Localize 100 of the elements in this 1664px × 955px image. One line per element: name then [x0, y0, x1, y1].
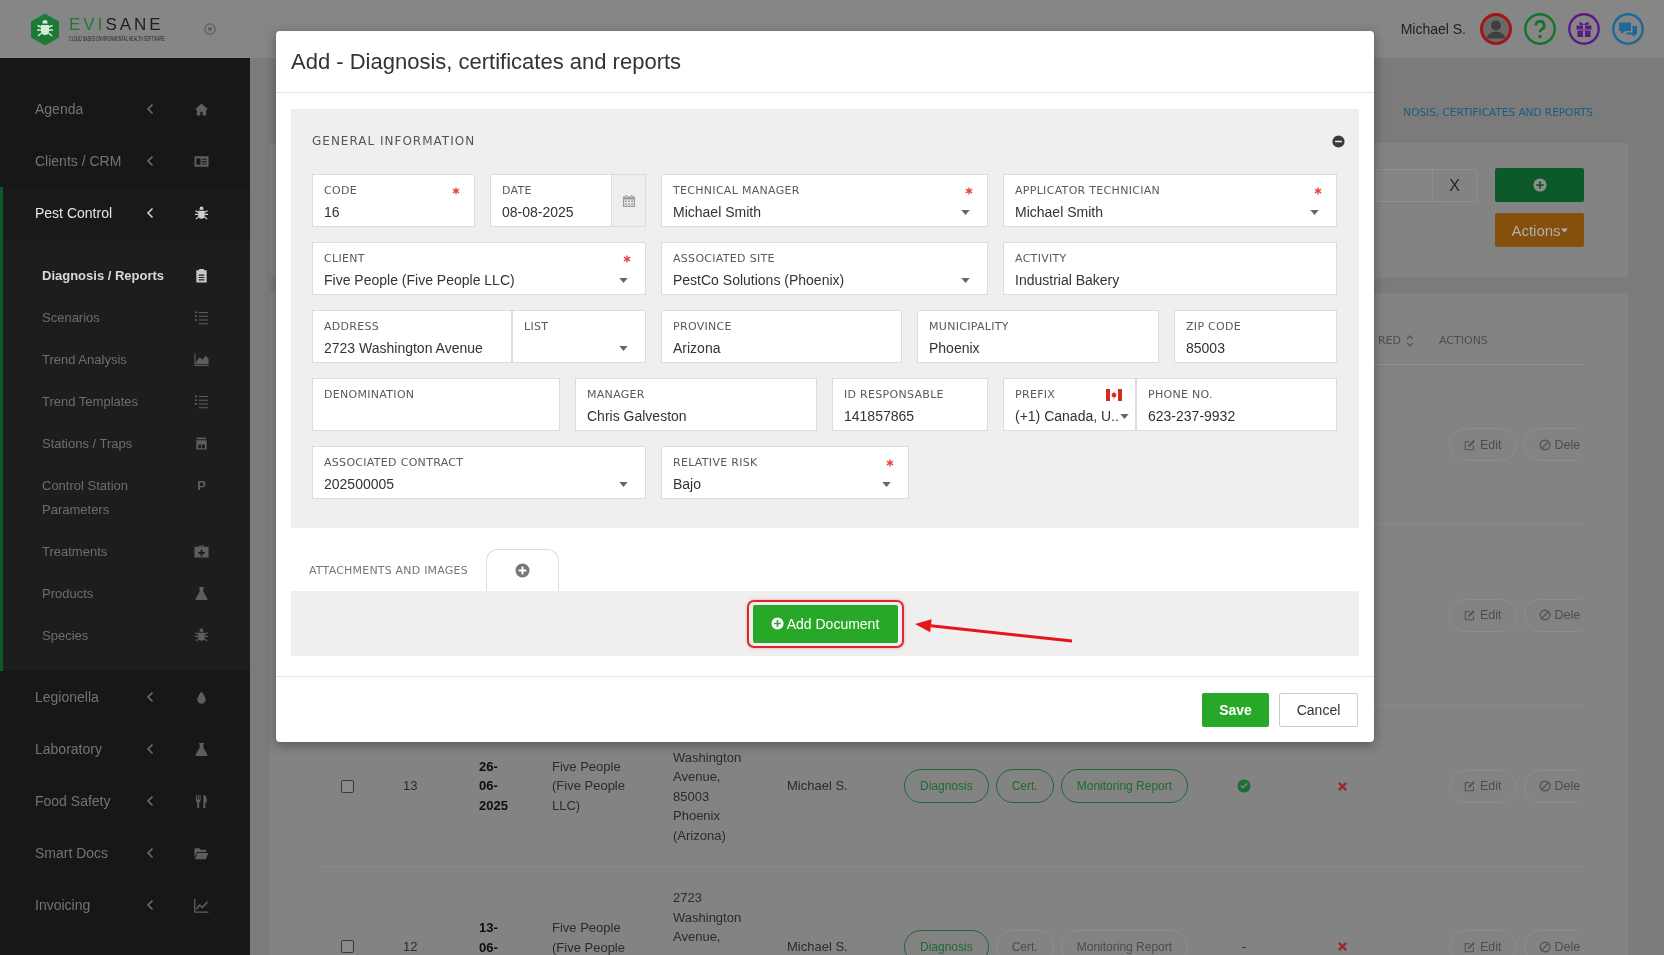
text-field[interactable]: ID RESPONSABLE 141857865 [832, 378, 988, 431]
chevron-icon [146, 155, 154, 167]
chevron-icon [146, 847, 154, 859]
sidebar-item[interactable]: Smart Docs [0, 827, 250, 879]
table-cell-text: Five People (Five People LLC) [552, 757, 626, 815]
table-cell: Michael S. [787, 778, 848, 794]
sidebar-item[interactable]: Laboratory [0, 723, 250, 775]
text-field[interactable]: ADDRESS 2723 Washington Avenue [312, 310, 512, 363]
select-field[interactable]: TECHNICAL MANAGER Michael Smith [661, 174, 988, 227]
select-field[interactable]: RELATIVE RISK Bajo [661, 446, 909, 499]
submenu-item[interactable]: Species [3, 615, 250, 657]
actions-button[interactable]: Actions [1495, 213, 1584, 247]
collapse-icon[interactable] [1332, 134, 1345, 148]
table-cell: 13 [403, 778, 418, 794]
brand-tagline: CLOUD BASED ENVIRONMENTAL HEALTH SOFTWARE [69, 34, 166, 43]
submenu-item[interactable]: Treatments [3, 531, 250, 573]
sidebar-item[interactable]: Legionella [0, 671, 250, 723]
sidebar-item[interactable]: Clients / CRM [0, 135, 250, 187]
area-chart-icon [194, 352, 209, 367]
field-label: ZIP CODE [1186, 319, 1242, 334]
add-document-button[interactable]: Add Document [752, 604, 898, 643]
chat-icon[interactable] [1612, 13, 1644, 45]
box-icon [194, 436, 209, 451]
flask-icon [194, 586, 209, 601]
avatar-icon[interactable] [1480, 13, 1512, 45]
field-label: MANAGER [587, 387, 645, 402]
bug-icon [194, 205, 209, 221]
calendar-button[interactable] [611, 175, 645, 226]
table-cell-text: Washington Avenue, 85003 Phoenix (Arizona) [673, 748, 743, 845]
letter-icon: P [194, 478, 209, 494]
sidebar-item[interactable]: Pest Control [3, 187, 250, 239]
calendar-icon [621, 193, 636, 208]
field-label: MUNICIPALITY [929, 319, 1009, 334]
select-field[interactable]: ASSOCIATED CONTRACT 202500005 [312, 446, 646, 499]
select-field[interactable]: LIST [512, 310, 646, 363]
field-label: ADDRESS [324, 319, 380, 334]
text-field[interactable]: DENOMINATION [312, 378, 560, 431]
submenu-item[interactable]: Scenarios [3, 297, 250, 339]
pencil-icon [1464, 780, 1476, 792]
date-field[interactable]: DATE 08-08-2025 [490, 174, 646, 227]
submenu-item[interactable]: Diagnosis / Reports [3, 255, 250, 297]
sort-icon[interactable] [1406, 333, 1414, 348]
submenu-item[interactable]: Control Station Parameters P [3, 465, 250, 531]
chevron-icon [146, 207, 154, 219]
text-field[interactable]: PROVINCE Arizona [661, 310, 902, 363]
modal-title: Add - Diagnosis, certificates and reports [291, 47, 682, 76]
select-field[interactable]: CLIENT Five People (Five People LLC) [312, 242, 646, 295]
row-checkbox[interactable] [340, 940, 354, 953]
field-label: RELATIVE RISK [673, 455, 758, 470]
circle-dot-icon[interactable] [204, 23, 216, 35]
sidebar-item[interactable]: Invoicing [0, 879, 250, 931]
sidebar-item[interactable]: Agenda [0, 83, 250, 135]
table-cell: Michael S. [787, 938, 848, 954]
submenu-item[interactable]: Trend Analysis [3, 339, 250, 381]
field-label: ID RESPONSABLE [844, 387, 944, 402]
save-button[interactable]: Save [1202, 693, 1269, 727]
text-field[interactable]: CODE 16 [312, 174, 475, 227]
tab[interactable] [485, 549, 559, 591]
row-checkbox[interactable] [340, 779, 354, 793]
add-button[interactable] [1495, 168, 1584, 202]
field-label: ASSOCIATED SITE [673, 251, 775, 266]
text-field[interactable]: ZIP CODE 85003 [1174, 310, 1337, 363]
user-name[interactable]: Michael S. [1400, 21, 1466, 37]
field-label: ASSOCIATED CONTRACT [324, 455, 464, 470]
text-field[interactable]: MANAGER Chris Galveston [575, 378, 817, 431]
select-field[interactable]: APPLICATOR TECHNICIAN Michael Smith [1003, 174, 1337, 227]
cross-icon [1336, 780, 1348, 792]
folder-icon [194, 845, 209, 861]
list-icon [194, 310, 209, 325]
cancel-button[interactable]: Cancel [1279, 693, 1358, 727]
field-label: PREFIX [1015, 387, 1056, 402]
select-field[interactable]: ASSOCIATED SITE PestCo Solutions (Phoenix) [661, 242, 988, 295]
chevron-icon [146, 795, 154, 807]
table-cell-text: 2723 Washington Avenue, [673, 889, 743, 947]
submenu-item[interactable]: Trend Templates [3, 381, 250, 423]
section-title: GENERAL INFORMATION [312, 134, 476, 148]
caret-icon [1120, 413, 1129, 419]
search-field[interactable] [1376, 169, 1432, 202]
table-cell: 12 [403, 938, 418, 954]
table-cell-text: Five People (Five People [552, 919, 626, 955]
tab[interactable]: ATTACHMENTS AND IMAGES [291, 549, 486, 591]
text-field[interactable]: PHONE NO. 623-237-9932 [1136, 378, 1337, 431]
select-field[interactable]: PREFIX (+1) Canada, U.. [1003, 378, 1136, 431]
chevron-icon [146, 103, 154, 115]
field-label: LIST [524, 319, 549, 334]
sidebar-item[interactable]: Food Safety [0, 775, 250, 827]
gift-icon[interactable] [1568, 13, 1600, 45]
submenu-item[interactable]: Stations / Traps [3, 423, 250, 465]
medkit-icon [194, 544, 209, 559]
line-chart-icon [194, 897, 209, 913]
submenu-item[interactable]: Products [3, 573, 250, 615]
pencil-icon [1464, 940, 1476, 953]
clipboard-icon [194, 268, 209, 283]
text-field[interactable]: MUNICIPALITY Phoenix [917, 310, 1159, 363]
clear-button[interactable]: X [1432, 169, 1477, 202]
text-field[interactable]: ACTIVITY Industrial Bakery [1003, 242, 1337, 295]
ban-icon [1538, 438, 1551, 451]
help-icon[interactable] [1524, 13, 1556, 45]
table-cell-text: - [1241, 937, 1247, 955]
chevron-icon [146, 743, 154, 755]
